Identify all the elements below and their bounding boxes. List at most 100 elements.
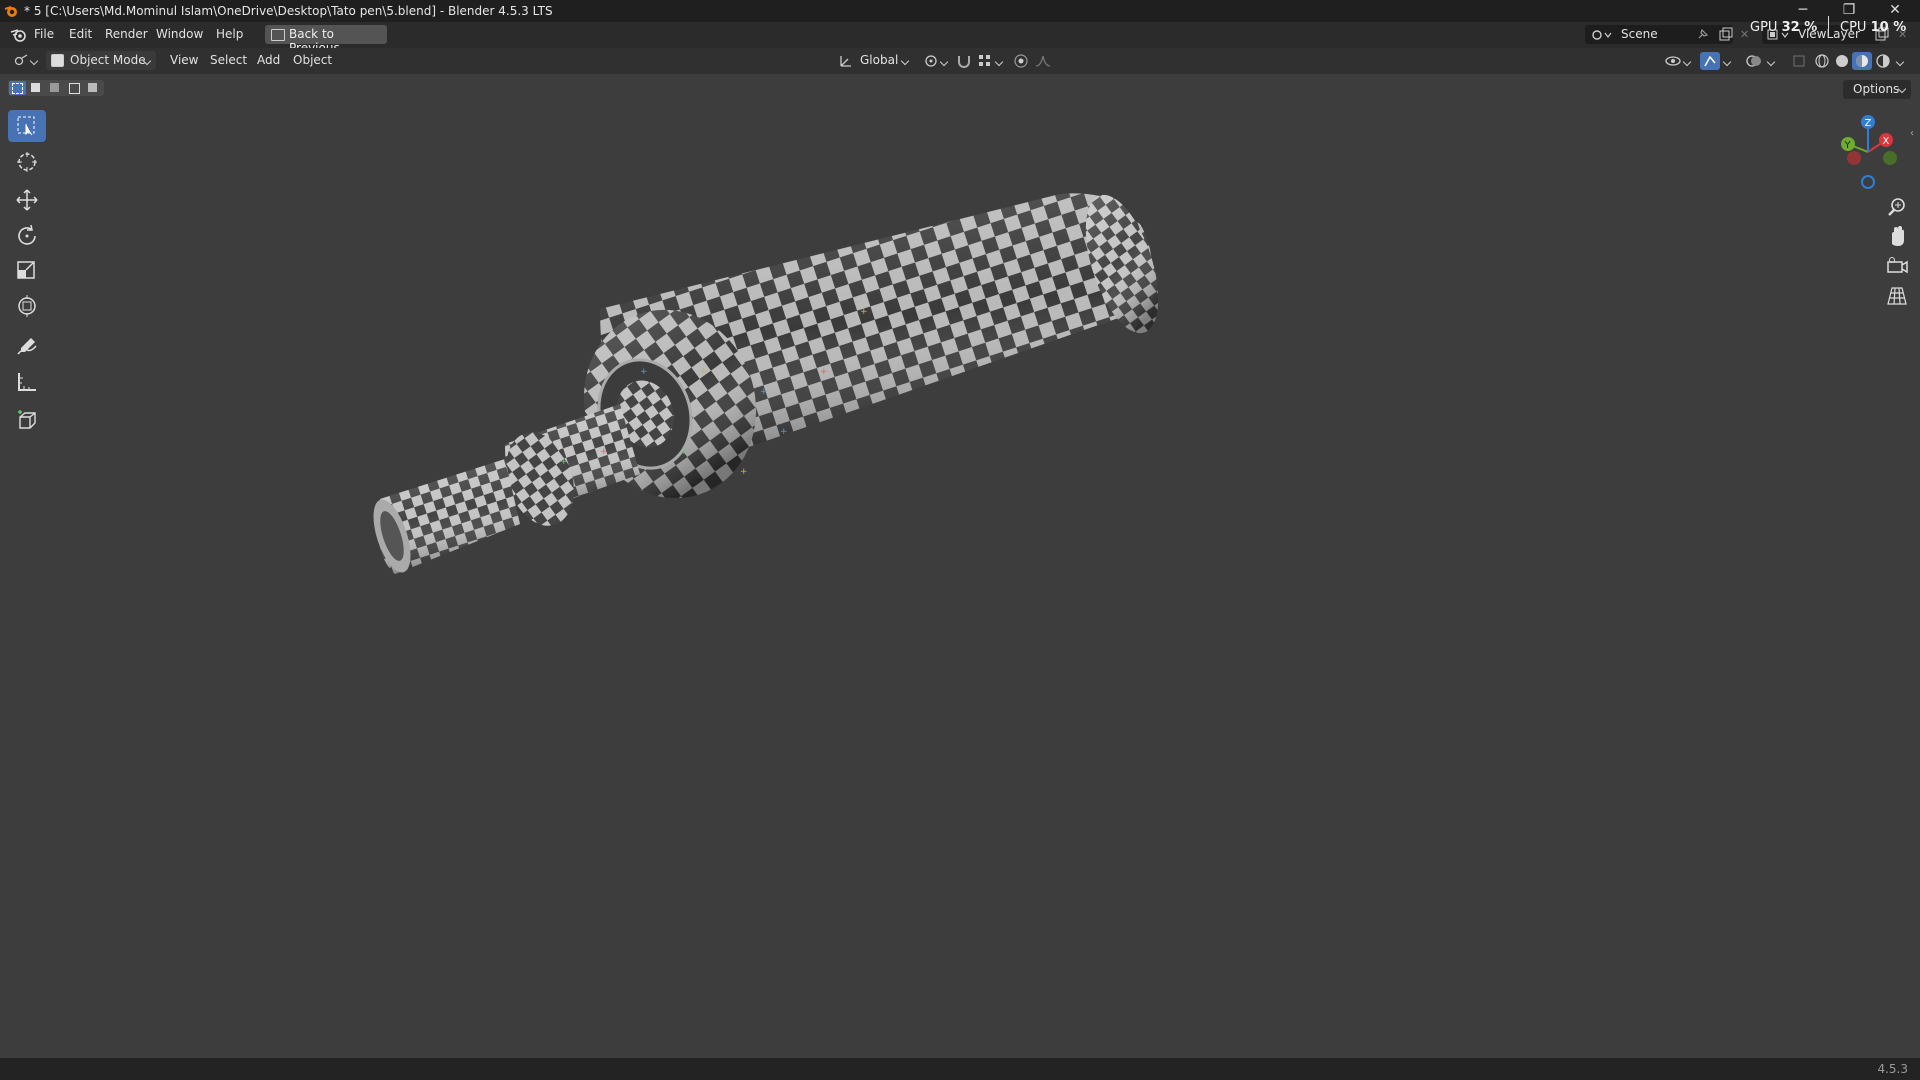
solid-shading-icon[interactable] [1833,52,1851,70]
select-extend-icon [31,83,40,92]
cursor-tool[interactable] [8,146,46,178]
back-to-previous-button[interactable]: Back to Previous [265,25,387,55]
pivot-point-icon[interactable] [922,52,940,70]
scale-tool[interactable] [8,255,46,287]
select-intersect-button[interactable] [85,81,102,95]
camera-view-icon[interactable] [1882,254,1912,280]
move-icon [16,189,38,211]
gizmo-neg-x[interactable] [1847,151,1861,165]
transform-tool[interactable] [8,290,46,322]
chevron-down-icon [1722,57,1732,67]
svg-text:+: + [760,387,768,397]
select-box-tool[interactable] [8,110,46,142]
viewport-canvas: + + + + + + + + + + [366,186,1173,577]
xray-toggle-icon[interactable] [1790,52,1808,70]
svg-text:+: + [680,447,688,457]
gizmo-neg-y[interactable] [1883,151,1897,165]
minimize-icon[interactable]: ─ [1780,0,1826,22]
orientation-axes-icon [840,56,851,67]
menu-file[interactable]: File [34,27,54,41]
annotate-pencil-icon [17,338,37,355]
chevron-down-icon [939,57,949,67]
object-mode-icon [51,54,64,67]
svg-text:+: + [780,427,788,437]
restore-icon[interactable]: ❐ [1826,0,1872,22]
pin-icon[interactable] [1695,28,1709,42]
menu-help[interactable]: Help [216,27,243,41]
chevron-down-icon [1895,57,1905,67]
annotate-tool[interactable] [8,330,46,362]
rotate-icon [18,224,36,245]
zoom-view-icon[interactable] [1882,194,1912,220]
measure-tool[interactable] [8,366,46,398]
selection-mode-group [8,80,104,96]
menu-window[interactable]: Window [156,27,203,41]
move-tool[interactable] [8,184,46,216]
options-dropdown[interactable]: Options [1843,80,1911,99]
editor-type-dropdown[interactable] [10,51,40,70]
status-bar: 4.5.3 [0,1058,1920,1080]
visibility-eye-icon[interactable] [1664,52,1682,70]
header-menu-view[interactable]: View [170,53,198,67]
proportional-editing-icon[interactable] [1012,52,1030,70]
select-intersect-icon [88,83,97,92]
gpu-usage: GPU 32 % [1750,20,1818,35]
snap-increment-icon[interactable] [976,52,994,70]
rendered-shading-icon[interactable] [1874,52,1892,70]
mode-dropdown[interactable]: Object Mode [46,51,156,70]
menu-edit[interactable]: Edit [69,27,92,41]
3d-viewport[interactable]: + + + + + + + + + + [0,74,1920,1058]
select-new-button[interactable] [9,81,26,95]
add-cube-icon [18,410,36,429]
rotate-tool[interactable] [8,220,46,252]
header-menu-object[interactable]: Object [293,53,332,67]
pan-view-hand-icon[interactable] [1882,224,1912,250]
select-box-icon [17,116,35,136]
overlays-icon[interactable] [1745,52,1763,70]
add-cube-tool[interactable] [8,404,46,436]
select-invert-button[interactable] [66,81,83,95]
svg-text:+: + [860,307,868,317]
menu-render[interactable]: Render [105,27,148,41]
remove-scene-icon[interactable]: ✕ [1740,28,1749,41]
scale-icon [17,261,35,279]
svg-text:Y: Y [1844,140,1852,151]
select-invert-icon [69,83,80,94]
stats-divider [1828,16,1829,36]
material-preview-icon [1856,55,1868,67]
sidebar-toggle-icon[interactable]: ‹ [1910,128,1914,139]
chevron-down-icon [29,56,39,66]
material-preview-shading-button[interactable] [1852,52,1872,70]
snap-magnet-icon[interactable] [955,52,973,70]
tattoo-pen-model[interactable]: + + + + + + + + + + [366,186,1173,577]
select-subtract-button[interactable] [47,81,64,95]
scene-name: Scene [1621,27,1658,41]
select-subtract-icon [50,83,59,92]
header-menu-add[interactable]: Add [257,53,280,67]
gizmo-icon [1704,55,1716,67]
cpu-usage: CPU 10 % [1840,20,1907,35]
svg-text:+: + [560,457,568,467]
blender-menu-icon[interactable] [10,28,26,42]
new-scene-icon[interactable] [1718,27,1734,43]
transform-orientation-dropdown[interactable]: Global [836,51,912,70]
perspective-ortho-grid-icon[interactable] [1882,284,1912,310]
window-title: * 5 [C:\Users\Md.Mominul Islam\OneDrive\… [24,4,553,18]
3d-viewport-icon [14,54,28,66]
scene-selector[interactable]: Scene [1585,25,1733,44]
header-menu-select[interactable]: Select [210,53,247,67]
svg-text:+: + [740,467,748,477]
blender-logo-icon [4,6,17,17]
orientation-label: Global [860,53,899,67]
mode-label: Object Mode [70,53,146,67]
wireframe-shading-icon[interactable] [1813,52,1831,70]
gizmo-neg-z[interactable] [1861,175,1875,189]
falloff-curve-icon[interactable] [1034,52,1052,70]
svg-text:+: + [640,367,648,377]
close-icon[interactable]: ✕ [1872,0,1918,22]
navigation-gizmo[interactable]: X Y Z [1830,110,1910,190]
select-extend-button[interactable] [28,81,45,95]
chevron-down-icon [1682,57,1692,67]
gizmo-toggle-button[interactable] [1700,52,1720,70]
scene-icon [1592,30,1612,40]
